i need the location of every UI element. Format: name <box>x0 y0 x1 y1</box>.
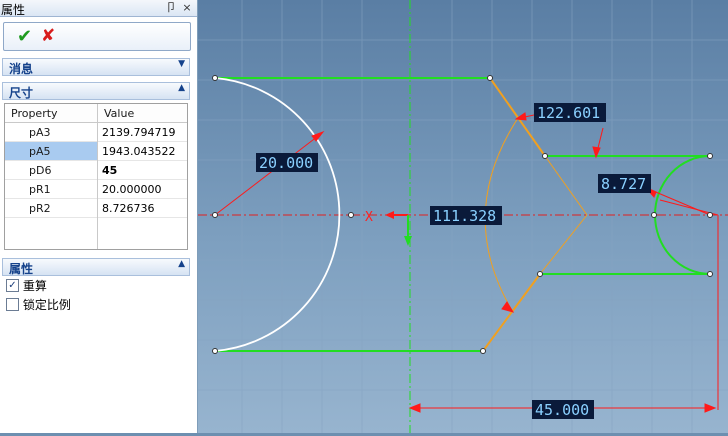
chevron-up-icon[interactable]: ▲ <box>178 83 185 93</box>
table-row[interactable]: pA3 2139.794719 <box>5 122 187 142</box>
panel-title: 属性 <box>1 3 26 17</box>
property-name: pR1 <box>5 179 98 199</box>
column-header-value[interactable]: Value <box>97 104 187 123</box>
table-row-selected[interactable]: pA5 1943.043522 <box>5 141 187 161</box>
property-name: pA3 <box>5 122 98 142</box>
chevron-down-icon[interactable]: ▼ <box>178 59 185 69</box>
dim-radius-left[interactable]: 20.000 <box>259 154 313 172</box>
recalculate-checkbox[interactable]: ✓ <box>6 279 19 292</box>
table-header-row: Property Value <box>5 104 187 123</box>
table-row[interactable]: pD6 45 <box>5 160 187 180</box>
column-header-property[interactable]: Property <box>5 104 98 123</box>
lock-ratio-checkbox[interactable] <box>6 298 19 311</box>
property-value[interactable]: 20.000000 <box>97 179 187 199</box>
ok-cancel-toolbar: ✔ ✘ <box>3 22 191 51</box>
origin-triad: X <box>365 210 412 246</box>
property-value-input[interactable]: 1943.043522 <box>97 141 187 161</box>
section-dimensions-header[interactable]: 尺寸 ▲ <box>2 82 190 100</box>
dimension-property-grid: Property Value pA3 2139.794719 pA5 1943.… <box>4 103 188 250</box>
dimension-labels[interactable]: 20.000 122.601 8.727 111.328 45.000 <box>256 103 651 419</box>
section-properties-label: 属性 <box>9 262 34 276</box>
dim-length-bottom[interactable]: 45.000 <box>535 401 589 419</box>
dim-angle-center[interactable]: 111.328 <box>433 207 496 225</box>
section-messages-label: 消息 <box>9 62 34 76</box>
property-value[interactable]: 8.726736 <box>97 198 187 218</box>
property-value[interactable]: 2139.794719 <box>97 122 187 142</box>
sketch-drawing[interactable]: X 20.000 122.601 8.727 111.328 45.000 <box>198 0 728 433</box>
lock-ratio-option[interactable]: 锁定比例 <box>6 296 71 312</box>
table-row[interactable]: pR1 20.000000 <box>5 179 187 199</box>
recalculate-label: 重算 <box>22 279 47 293</box>
ok-check-icon[interactable]: ✔ <box>17 26 32 47</box>
dimension-table: Property Value pA3 2139.794719 pA5 1943.… <box>5 104 187 218</box>
pin-icon[interactable]: 卩 <box>164 0 178 15</box>
property-value[interactable]: 45 <box>97 160 187 180</box>
dim-angle-top[interactable]: 122.601 <box>537 104 600 122</box>
close-icon[interactable]: × <box>180 0 194 15</box>
recalculate-option[interactable]: ✓ 重算 <box>6 277 47 293</box>
chevron-up-icon[interactable]: ▲ <box>178 259 185 269</box>
property-name: pA5 <box>5 141 98 161</box>
section-properties-header[interactable]: 属性 ▲ <box>2 258 190 276</box>
property-name: pR2 <box>5 198 98 218</box>
dim-radius-right[interactable]: 8.727 <box>601 175 646 193</box>
cad-canvas[interactable]: X 20.000 122.601 8.727 111.328 45.000 <box>198 0 728 433</box>
property-name: pD6 <box>5 160 98 180</box>
panel-titlebar: 属性 卩 × <box>0 0 197 17</box>
section-dimensions-label: 尺寸 <box>9 86 34 100</box>
properties-panel: 属性 卩 × ✔ ✘ 消息 ▼ 尺寸 ▲ Property Value pA3 … <box>0 0 198 433</box>
section-messages-header[interactable]: 消息 ▼ <box>2 58 190 76</box>
lock-ratio-label: 锁定比例 <box>22 298 71 312</box>
cancel-x-icon[interactable]: ✘ <box>41 26 55 46</box>
table-row[interactable]: pR2 8.726736 <box>5 198 187 218</box>
x-axis-label: X <box>365 210 373 225</box>
